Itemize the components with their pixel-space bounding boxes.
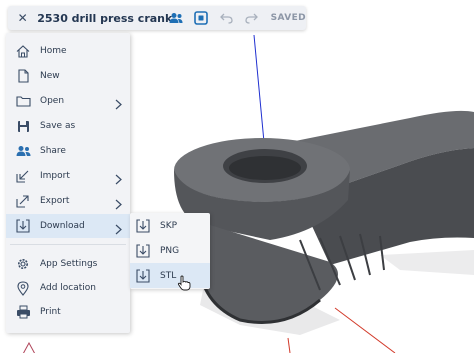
red-axis (334, 307, 396, 353)
download-icon (130, 218, 156, 233)
menu-label-import: Import (40, 171, 70, 181)
submenu-label-png: PNG (160, 245, 180, 256)
redo-icon[interactable] (239, 6, 264, 30)
menu-item-download[interactable]: Download (6, 214, 130, 238)
menu-item-open[interactable]: Open (6, 89, 130, 113)
download-submenu: SKP PNG STL (130, 213, 210, 289)
menu-label-save-as: Save as (40, 121, 76, 131)
hub-hole-inner (229, 156, 301, 180)
menu-label-share: Share (40, 146, 66, 156)
menu-label-app-settings: App Settings (40, 259, 98, 269)
menu-divider (10, 244, 126, 245)
submenu-item-skp[interactable]: SKP (130, 213, 210, 238)
axis-tool-icon[interactable] (22, 340, 36, 353)
folder-icon (6, 95, 40, 107)
menu-item-app-settings[interactable]: App Settings (6, 252, 130, 276)
menu-item-export[interactable]: Export (6, 189, 130, 213)
menu-item-add-location[interactable]: Add location (6, 276, 130, 300)
document-title[interactable]: 2530 drill press crank (37, 12, 172, 25)
home-icon (6, 44, 40, 58)
download-icon (130, 268, 156, 283)
export-icon (6, 194, 40, 208)
download-icon (130, 243, 156, 258)
settings-gear-icon (6, 257, 40, 271)
menu-item-home[interactable]: Home (6, 39, 130, 63)
model-shadow-right (380, 250, 474, 275)
chevron-right-icon (115, 220, 122, 239)
menu-item-share[interactable]: Share (6, 139, 130, 163)
menu-label-open: Open (40, 96, 65, 106)
menu-label-new: New (40, 71, 60, 81)
menu-item-import[interactable]: Import (6, 164, 130, 188)
location-pin-icon (6, 280, 40, 296)
menu-label-print: Print (40, 307, 61, 317)
submenu-item-png[interactable]: PNG (130, 238, 210, 263)
save-status: SAVED (270, 13, 307, 23)
import-icon (6, 169, 40, 183)
save-icon (6, 120, 40, 133)
menu-label-home: Home (40, 46, 67, 56)
menu-item-print[interactable]: Print (6, 300, 130, 324)
close-icon[interactable]: ✕ (8, 11, 37, 25)
submenu-label-skp: SKP (160, 220, 178, 231)
chevron-right-icon (115, 195, 122, 214)
download-icon (6, 219, 40, 233)
menu-label-download: Download (40, 221, 85, 231)
submenu-item-stl[interactable]: STL (130, 263, 210, 288)
red-axis-short (287, 337, 291, 353)
chevron-right-icon (115, 170, 122, 189)
menu-label-add-location: Add location (40, 283, 96, 293)
new-document-icon (6, 69, 40, 83)
menu-item-new[interactable]: New (6, 64, 130, 88)
printer-icon (6, 305, 40, 319)
chevron-right-icon (115, 95, 122, 114)
hand-cursor-icon (177, 275, 191, 295)
menu-item-save-as[interactable]: Save as (6, 114, 130, 138)
file-menu: Home New Open Save as Share Import Expor… (6, 33, 130, 333)
view-mode-icon[interactable] (189, 6, 214, 30)
share-users-icon[interactable] (163, 6, 188, 30)
top-toolbar: ✕ 2530 drill press crank SAVED (8, 6, 306, 30)
submenu-label-stl: STL (160, 270, 177, 281)
menu-label-export: Export (40, 196, 70, 206)
share-users-icon (6, 145, 40, 157)
undo-icon[interactable] (214, 6, 239, 30)
